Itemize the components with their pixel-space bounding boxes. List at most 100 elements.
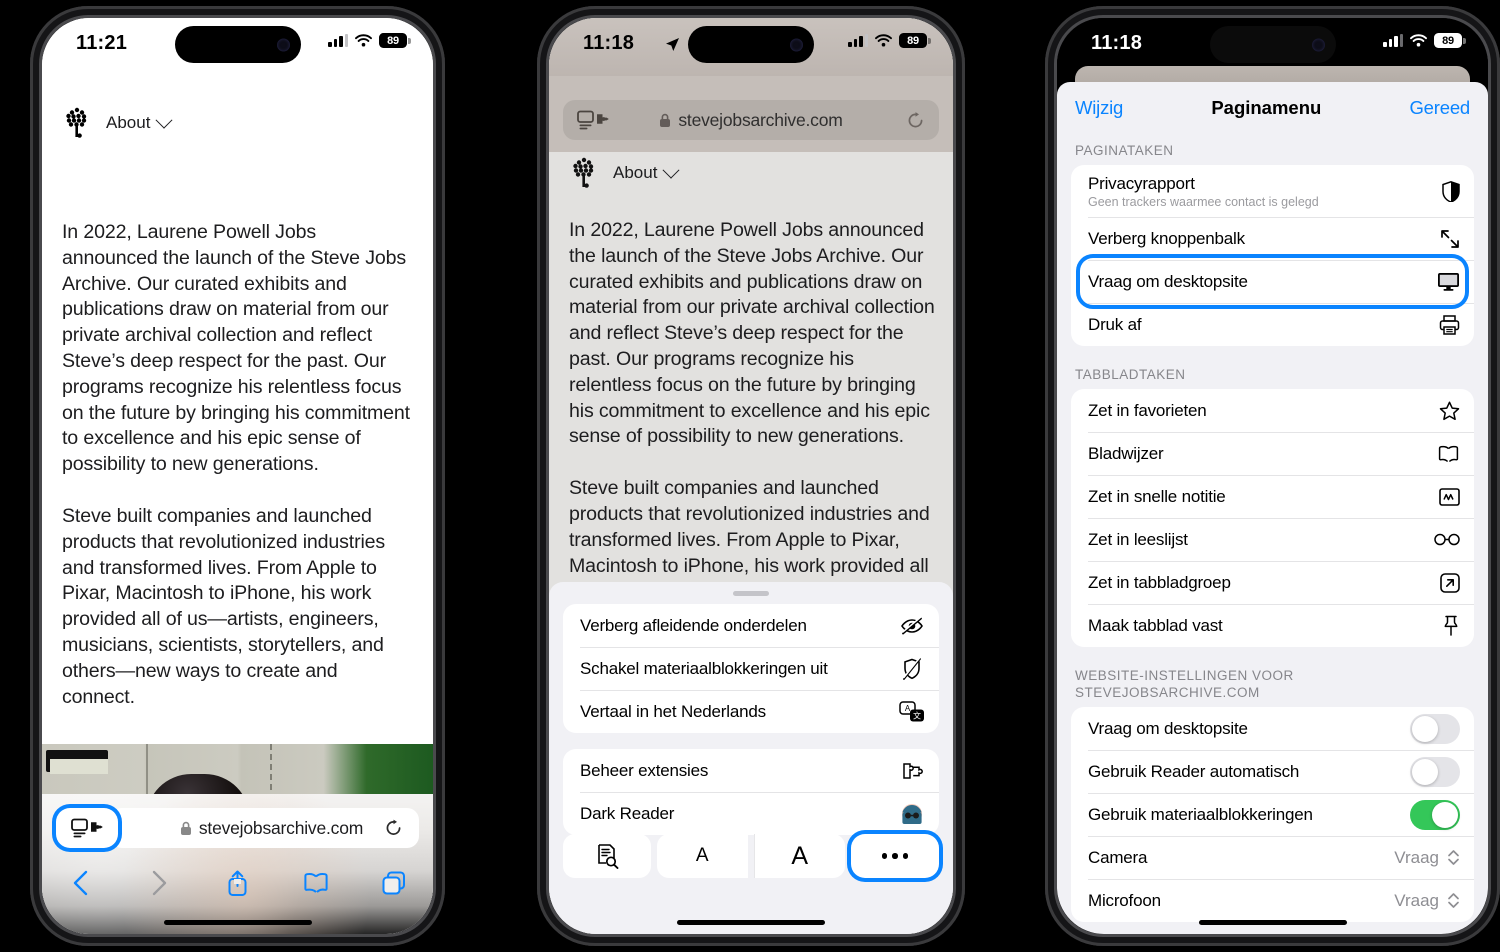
dark-reader-extension-icon <box>899 802 925 826</box>
eye-slash-icon <box>899 616 925 635</box>
site-nav-about[interactable]: About <box>106 111 173 133</box>
menu-item-hide-distractions[interactable]: Verberg afleidende onderdelen <box>563 604 939 647</box>
increase-text-size-button[interactable]: A <box>753 834 845 878</box>
setting-use-reader-automatically[interactable]: Gebruik Reader automatisch <box>1071 750 1474 793</box>
status-time: 11:21 <box>76 32 128 54</box>
lock-icon <box>660 113 671 127</box>
steve-jobs-archive-logo <box>64 106 90 140</box>
paragraph-1: In 2022, Laurene Powell Jobs announced t… <box>569 219 935 448</box>
edit-button[interactable]: Wijzig <box>1075 97 1123 119</box>
decrease-text-size-button[interactable]: A <box>657 834 748 878</box>
address-bar[interactable]: stevejobsarchive.com <box>110 808 419 848</box>
menu-item-manage-extensions[interactable]: Beheer extensies <box>563 749 939 792</box>
menu-item-request-desktop-site[interactable]: Vraag om desktopsite <box>1071 260 1474 303</box>
status-bar: 11:18 89 <box>549 18 953 74</box>
page-settings-button[interactable] <box>56 808 118 848</box>
menu-item-disable-content-blockers[interactable]: Schakel materiaalblokkeringen uit <box>563 647 939 690</box>
section-title-page-actions: PAGINATAKEN <box>1075 143 1174 158</box>
menu-item-hide-toolbar[interactable]: Verberg knoppenbalk <box>1071 217 1474 260</box>
expand-arrows-icon <box>1440 229 1460 249</box>
more-button[interactable] <box>851 834 939 878</box>
safari-nav-row <box>42 860 433 906</box>
section-title-tab-actions: TABBLADTAKEN <box>1075 367 1186 382</box>
menu-item-dark-reader[interactable]: Dark Reader <box>563 792 939 835</box>
setting-request-desktop-site[interactable]: Vraag om desktopsite <box>1071 707 1474 750</box>
menu-item-label: Maak tabblad vast <box>1088 615 1223 635</box>
article-body: In 2022, Laurene Powell Jobs announced t… <box>62 220 415 736</box>
share-icon <box>228 870 247 896</box>
home-indicator[interactable] <box>163 920 312 925</box>
menu-item-add-to-quick-note[interactable]: Zet in snelle notitie <box>1071 475 1474 518</box>
menu-item-label: Verberg knoppenbalk <box>1088 228 1245 248</box>
chevron-down-icon <box>662 161 680 179</box>
battery-level: 89 <box>907 34 919 47</box>
menu-item-translate[interactable]: Vertaal in het Nederlands A 文 <box>563 690 939 733</box>
menu-item-bookmark[interactable]: Bladwijzer <box>1071 432 1474 475</box>
menu-group-page-actions: Verberg afleidende onderdelen Schakel ma… <box>563 604 939 733</box>
section-title-website-settings: WEBSITE-INSTELLINGEN VOOR STEVEJOBSARCHI… <box>1075 668 1294 700</box>
sheet-grabber[interactable] <box>733 591 769 596</box>
menu-item-print[interactable]: Druk af <box>1071 303 1474 346</box>
menu-item-label: Privacyrapport <box>1088 173 1195 193</box>
svg-text:文: 文 <box>913 710 921 720</box>
status-time: 11:18 <box>1091 32 1143 54</box>
back-button[interactable] <box>42 869 120 897</box>
done-button[interactable]: Gereed <box>1409 97 1470 119</box>
menu-item-label: Vraag om desktopsite <box>1088 271 1248 291</box>
menu-item-privacy-report[interactable]: Privacyrapport Geen trackers waarmee con… <box>1071 165 1474 217</box>
toggle-request-desktop-site[interactable] <box>1410 713 1460 744</box>
ellipsis-icon <box>881 853 909 859</box>
page-settings-button[interactable] <box>577 110 609 130</box>
url-row: stevejobsarchive.com <box>56 806 419 850</box>
section-page-actions: Privacyrapport Geen trackers waarmee con… <box>1071 165 1474 346</box>
menu-item-pin-tab[interactable]: Maak tabblad vast <box>1071 604 1474 647</box>
menu-item-move-to-tab-group[interactable]: Zet in tabbladgroep <box>1071 561 1474 604</box>
chevron-up-down-icon <box>1447 848 1460 867</box>
home-indicator[interactable] <box>1198 920 1347 925</box>
menu-item-subtitle: Geen trackers waarmee contact is gelegd <box>1088 194 1319 209</box>
toggle-use-reader-automatically[interactable] <box>1410 756 1460 787</box>
shield-slash-icon <box>899 657 925 680</box>
home-indicator[interactable] <box>677 920 825 925</box>
page-menu-screen: Wijzig Paginamenu Gereed PAGINATAKEN Pri… <box>1057 18 1488 934</box>
reload-icon[interactable] <box>384 819 403 838</box>
menu-item-label: Zet in leeslijst <box>1088 529 1188 549</box>
battery-level: 89 <box>1442 34 1454 47</box>
setting-label: Microfoon <box>1088 890 1161 910</box>
menu-item-add-to-reading-list[interactable]: Zet in leeslijst <box>1071 518 1474 561</box>
reload-icon[interactable] <box>906 111 925 130</box>
tool-label: A <box>695 845 709 866</box>
battery-indicator: 89 <box>1434 33 1466 48</box>
bookmarks-button[interactable] <box>277 871 355 895</box>
safari-bottom-toolbar: stevejobsarchive.com <box>42 794 433 934</box>
forward-button[interactable] <box>120 869 198 897</box>
section-website-settings: Vraag om desktopsite Gebruik Reader auto… <box>1071 707 1474 922</box>
phone-2-share-menu: About In 2022, Laurene Powell Jobs annou… <box>537 6 965 946</box>
setting-label: Gebruik Reader automatisch <box>1088 761 1300 781</box>
address-bar[interactable]: stevejobsarchive.com <box>563 100 939 140</box>
setting-microphone[interactable]: Microfoon Vraag <box>1071 879 1474 922</box>
tabs-button[interactable] <box>355 870 433 896</box>
arrow-box-icon <box>1440 572 1460 593</box>
setting-use-content-blockers[interactable]: Gebruik materiaalblokkeringen <box>1071 793 1474 836</box>
svg-text:A: A <box>905 704 911 713</box>
status-bar: 11:18 89 <box>1057 18 1488 74</box>
setting-label: Vraag om desktopsite <box>1088 718 1248 738</box>
menu-item-add-to-favorites[interactable]: Zet in favorieten <box>1071 389 1474 432</box>
paragraph-1: In 2022, Laurene Powell Jobs announced t… <box>62 221 410 476</box>
wifi-icon <box>875 34 892 47</box>
share-button[interactable] <box>198 868 276 898</box>
setting-label: Camera <box>1088 847 1148 867</box>
menu-item-label: Schakel materiaalblokkeringen uit <box>580 658 828 678</box>
setting-camera[interactable]: Camera Vraag <box>1071 836 1474 879</box>
site-nav-about[interactable]: About <box>613 161 680 183</box>
sheet-toolbar: A A <box>563 834 939 878</box>
page-menu-sheet: Wijzig Paginamenu Gereed PAGINATAKEN Pri… <box>1057 82 1488 934</box>
tabs-icon <box>382 871 405 895</box>
share-sheet-menu: Verberg afleidende onderdelen Schakel ma… <box>549 582 953 934</box>
battery-indicator: 89 <box>899 33 931 48</box>
find-on-page-button[interactable] <box>563 834 651 878</box>
translate-icon: A 文 <box>899 700 925 723</box>
toggle-use-content-blockers[interactable] <box>1410 799 1460 830</box>
book-icon <box>1437 444 1460 463</box>
